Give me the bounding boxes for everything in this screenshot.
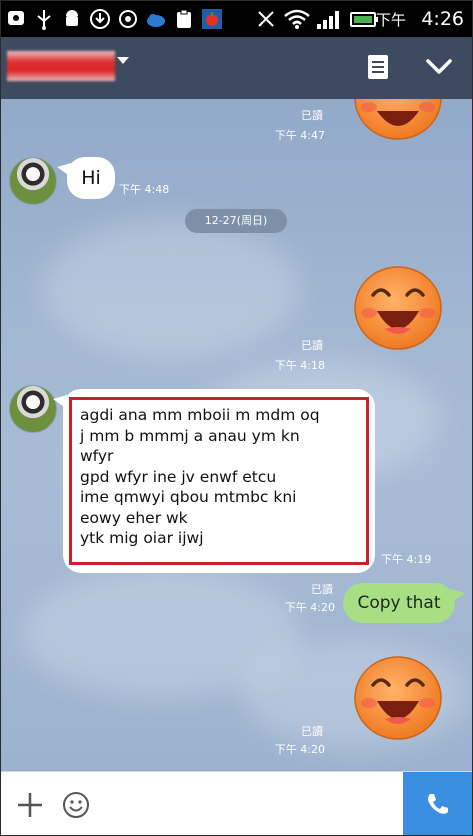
message-line: ytk mig oiar ijwj	[80, 529, 204, 547]
message-time: 下午 4:48	[119, 183, 170, 196]
message-time: 下午 4:18	[274, 359, 325, 372]
clock-prefix: 下午	[375, 11, 406, 29]
usb-icon	[33, 8, 55, 30]
signal-icon	[315, 8, 343, 30]
sync-icon	[117, 8, 139, 30]
date-separator: 12-27(周日)	[185, 209, 287, 233]
background-cloud	[41, 219, 301, 359]
message-text: Copy that	[357, 593, 441, 613]
chat-header	[1, 37, 472, 99]
read-receipt: 已讀	[301, 339, 323, 352]
highlighted-message-text[interactable]: agdi ana mm mboii m mdm oq j mm b mmmj a…	[69, 397, 369, 565]
call-button[interactable]	[403, 772, 472, 835]
app-window: 下午 4:26 已讀 下午 4:47 Hi 下午 4:48 12-27(周日) …	[0, 0, 473, 836]
avatar[interactable]	[9, 157, 57, 205]
android-icon	[61, 8, 83, 30]
message-time: 下午 4:19	[381, 553, 432, 566]
read-receipt: 已讀	[301, 725, 323, 738]
clipboard-icon	[173, 8, 195, 30]
avatar[interactable]	[9, 385, 57, 433]
message-text: Hi	[81, 167, 101, 189]
chevron-down-icon[interactable]	[421, 51, 457, 83]
message-line: eowy eher wk	[80, 508, 188, 527]
read-receipt: 已讀	[311, 583, 333, 596]
notification-icon	[5, 8, 27, 30]
battery-icon	[349, 8, 379, 30]
smile-sticker[interactable]	[353, 265, 443, 351]
smile-sticker[interactable]	[353, 655, 443, 741]
input-bar	[1, 771, 472, 835]
note-icon[interactable]	[365, 53, 391, 81]
message-line: j mm b mmmj a anau ym kn	[80, 426, 300, 445]
app-icon	[201, 8, 223, 30]
clock: 4:26	[421, 8, 464, 30]
download-icon	[89, 8, 111, 30]
message-bubble[interactable]: Copy that	[343, 583, 465, 623]
message-time: 下午 4:20	[284, 601, 335, 614]
message-line: wfyr	[80, 447, 114, 465]
plus-icon[interactable]	[15, 790, 45, 820]
wifi-icon	[283, 8, 311, 30]
mute-icon	[255, 8, 277, 30]
smile-sticker[interactable]	[353, 99, 443, 141]
message-line: gpd wfyr ine jv enwf etcu	[80, 467, 277, 486]
chat-title-redacted[interactable]	[7, 51, 115, 81]
message-time: 下午 4:20	[274, 743, 325, 756]
cloud-icon	[145, 8, 167, 30]
emoji-icon[interactable]	[61, 790, 91, 820]
message-time: 下午 4:47	[274, 129, 325, 142]
message-bubble[interactable]: Hi	[57, 157, 115, 199]
phone-icon	[428, 794, 448, 814]
title-dropdown-icon[interactable]	[117, 57, 129, 64]
status-bar: 下午 4:26	[1, 1, 472, 37]
chat-messages[interactable]: 已讀 下午 4:47 Hi 下午 4:48 12-27(周日) 已讀 下午 4:…	[1, 99, 472, 771]
message-line: agdi ana mm mboii m mdm oq	[80, 406, 320, 424]
read-receipt: 已讀	[301, 109, 323, 122]
message-line: ime qmwyi qbou mtmbc kni	[80, 488, 297, 506]
